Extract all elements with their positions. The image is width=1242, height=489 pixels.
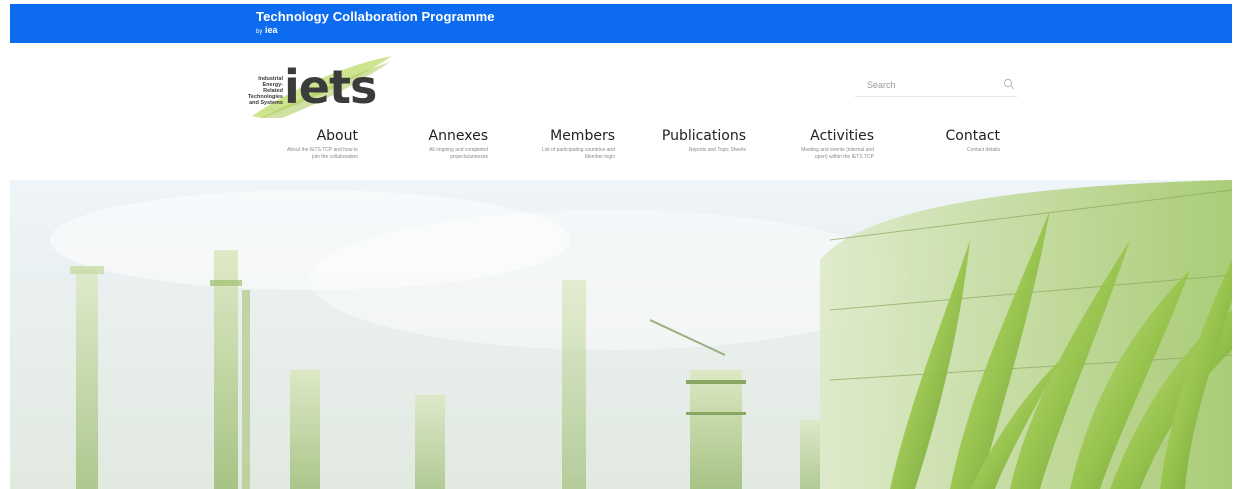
nav-desc-about-line-2: join the collaboration xyxy=(312,154,358,160)
nav-desc-activities: Meeting and events (internal and open) w… xyxy=(772,147,874,161)
logo-line-4: and Systems xyxy=(249,100,283,106)
nav-item-annexes[interactable]: Annexes All ongoing and completed projec… xyxy=(386,128,488,161)
nav-item-contact[interactable]: Contact Contact details xyxy=(916,128,1000,154)
nav-desc-contact-line-1: Contact details xyxy=(966,147,1000,153)
logo-line-2: Energy-Related xyxy=(262,82,283,94)
nav-desc-annexes: All ongoing and completed projects/annex… xyxy=(386,147,488,161)
nav-item-members[interactable]: Members List of participating countries … xyxy=(515,128,615,161)
nav-label-activities[interactable]: Activities xyxy=(772,128,874,144)
programme-banner[interactable]: Technology Collaboration Programme by ie… xyxy=(10,4,1232,43)
nav-label-members[interactable]: Members xyxy=(515,128,615,144)
nav-item-activities[interactable]: Activities Meeting and events (internal … xyxy=(772,128,874,161)
nav-item-about[interactable]: About About the IETS TCP and how to join… xyxy=(254,128,358,161)
search-box xyxy=(855,74,1017,97)
nav-desc-publications: Reports and Topic Sheets xyxy=(650,147,746,154)
nav-label-contact[interactable]: Contact xyxy=(916,128,1000,144)
search-icon[interactable] xyxy=(1003,78,1015,90)
nav-desc-annexes-line-2: projects/annexes xyxy=(450,154,488,160)
nav-label-about[interactable]: About xyxy=(254,128,358,144)
nav-desc-activities-line-1: Meeting and events (internal and xyxy=(801,147,874,153)
nav-desc-members-line-2: Member login xyxy=(584,154,615,160)
iea-logo[interactable]: iea xyxy=(265,25,278,35)
nav-desc-members-line-1: List of participating countries and xyxy=(541,147,615,153)
nav-desc-contact: Contact details xyxy=(916,147,1000,154)
hero-image xyxy=(10,180,1232,489)
nav-label-annexes[interactable]: Annexes xyxy=(386,128,488,144)
logo-wordmark: iets xyxy=(284,60,377,114)
nav-desc-activities-line-2: open) within the IETS TCP xyxy=(814,154,874,160)
page: Technology Collaboration Programme by ie… xyxy=(10,4,1232,489)
logo-subtitle: Industrial Energy-Related Technologies a… xyxy=(243,76,283,106)
byline-by: by xyxy=(256,29,263,35)
nav-item-publications[interactable]: Publications Reports and Topic Sheets xyxy=(650,128,746,154)
nav-desc-publications-line-1: Reports and Topic Sheets xyxy=(688,147,746,153)
nav-desc-about-line-1: About the IETS TCP and how to xyxy=(287,147,358,153)
nav-desc-members: List of participating countries and Memb… xyxy=(515,147,615,161)
search-input[interactable] xyxy=(855,76,1009,94)
nav-desc-annexes-line-1: All ongoing and completed xyxy=(429,147,488,153)
programme-byline: by iea xyxy=(256,25,278,35)
iets-logo[interactable]: Industrial Energy-Related Technologies a… xyxy=(242,56,392,118)
nav-desc-about: About the IETS TCP and how to join the c… xyxy=(254,147,358,161)
nav-label-publications[interactable]: Publications xyxy=(650,128,746,144)
hero-industrial-green-illustration xyxy=(10,180,1232,489)
programme-title[interactable]: Technology Collaboration Programme xyxy=(256,9,495,24)
